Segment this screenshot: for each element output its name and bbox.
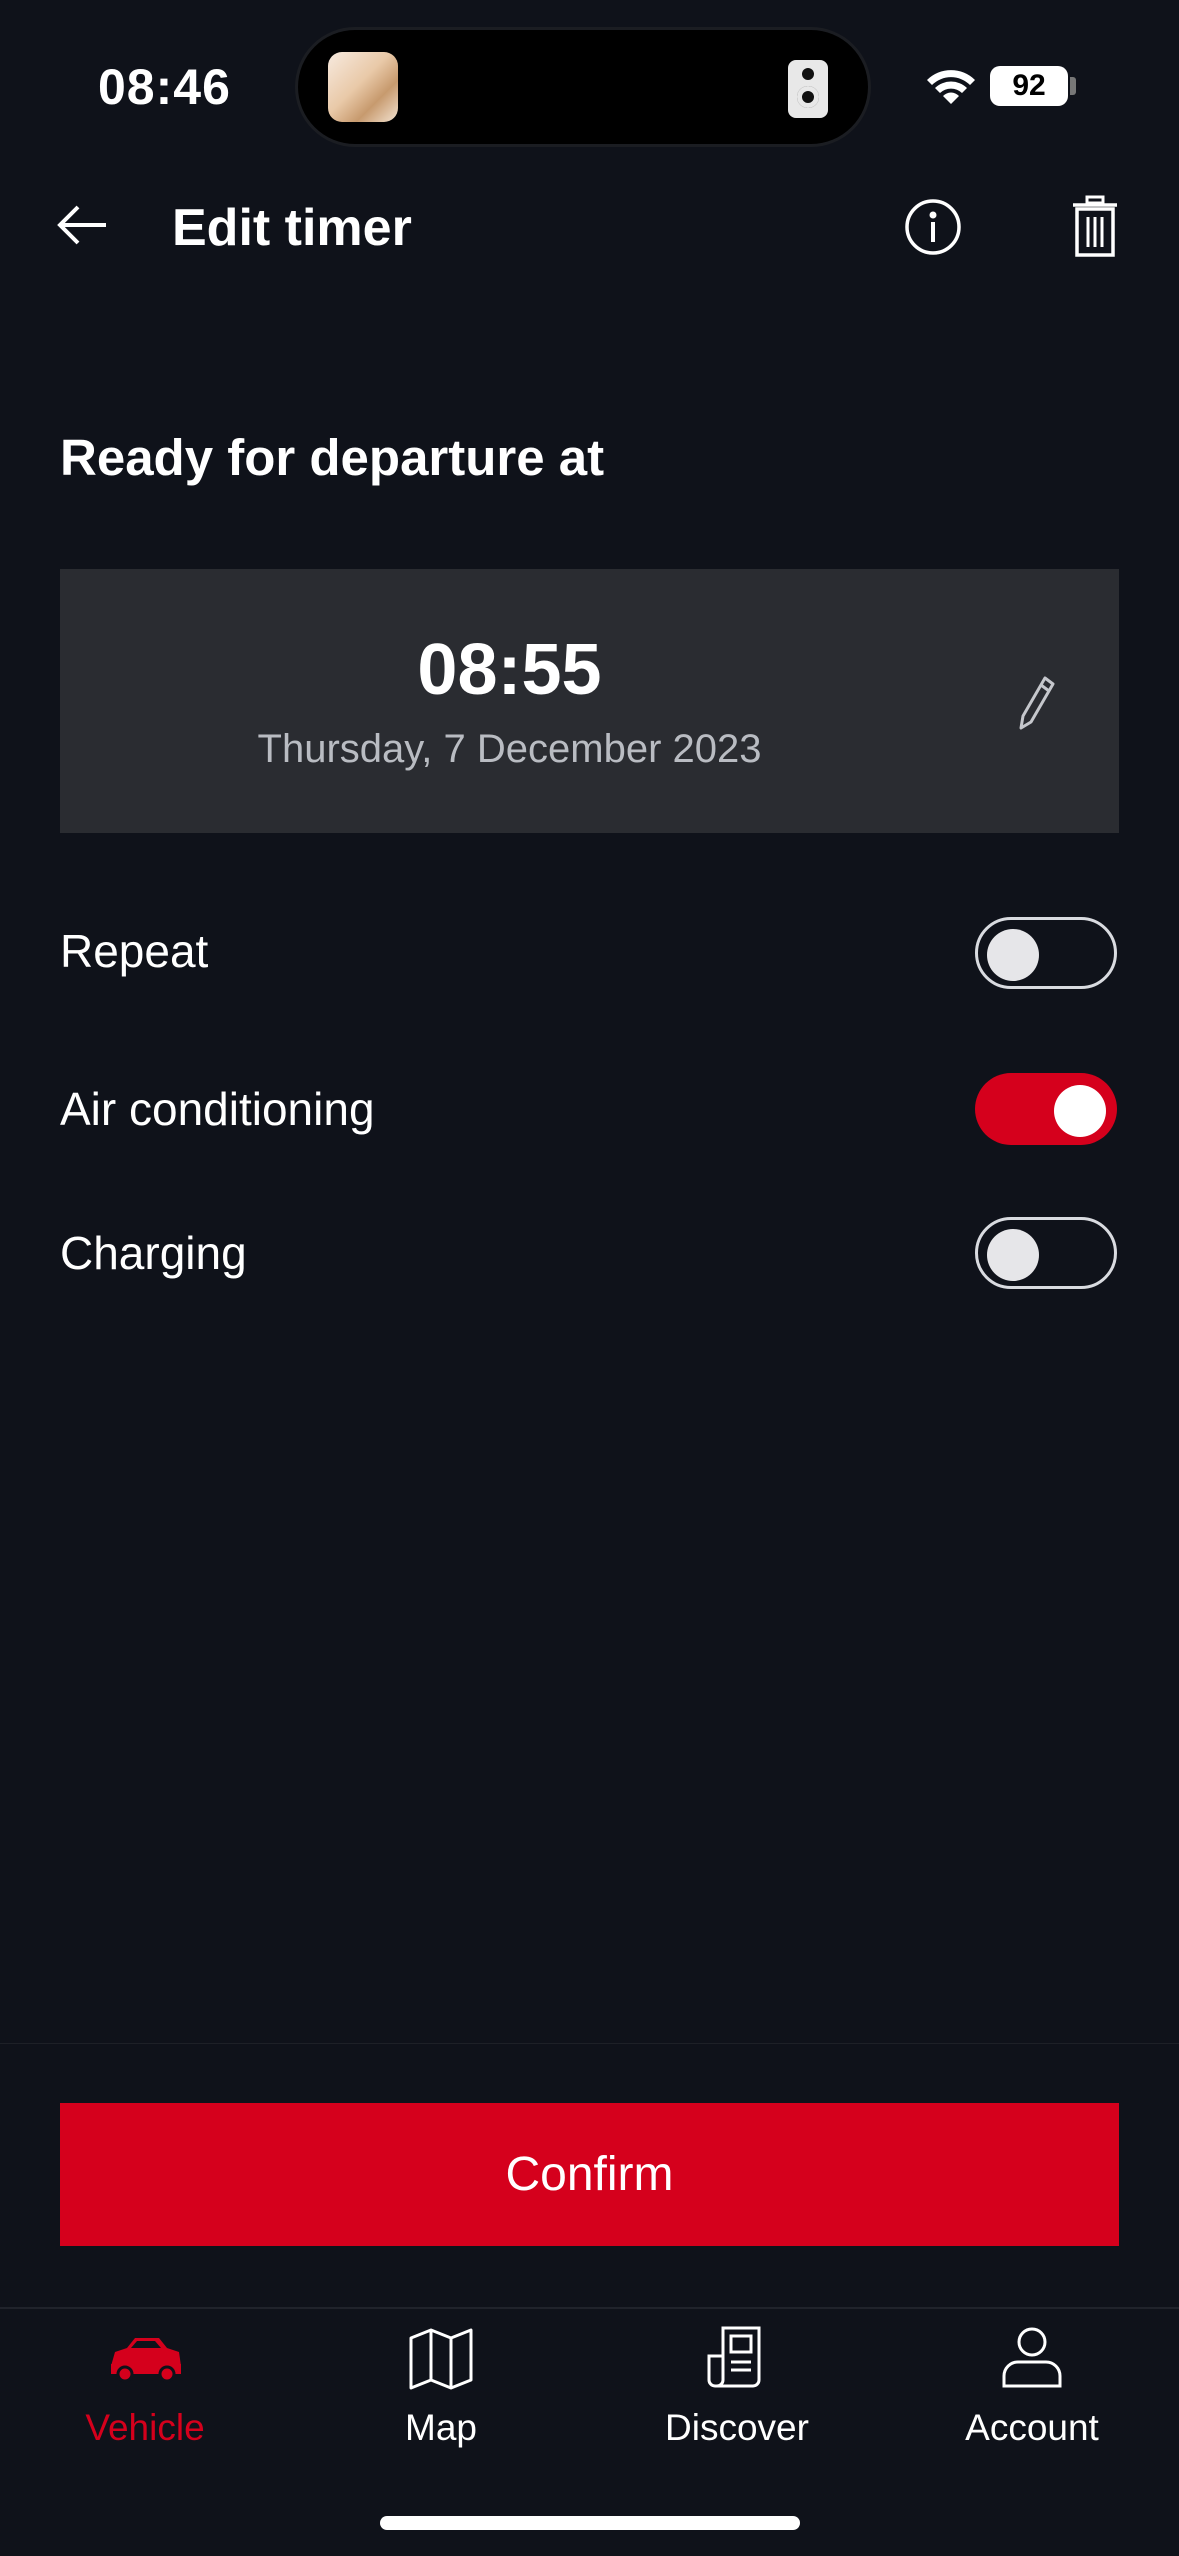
confirm-button[interactable]: Confirm	[60, 2103, 1119, 2246]
departure-date: Thursday, 7 December 2023	[257, 727, 762, 771]
home-indicator[interactable]	[380, 2516, 800, 2530]
speaker-icon	[788, 60, 828, 118]
charging-toggle[interactable]	[975, 1217, 1117, 1289]
nav-map[interactable]: Map	[326, 2320, 556, 2470]
section-title: Ready for departure at	[60, 429, 605, 486]
toggle-knob	[987, 1229, 1039, 1281]
album-art	[328, 52, 398, 122]
toggle-knob	[987, 929, 1039, 981]
back-arrow-icon[interactable]	[50, 195, 120, 255]
wifi-icon	[927, 70, 975, 104]
departure-time: 08:55	[417, 630, 602, 710]
user-icon	[1002, 2327, 1062, 2388]
repeat-toggle[interactable]	[975, 917, 1117, 989]
trash-icon[interactable]	[1070, 195, 1120, 259]
nav-label-account: Account	[965, 2407, 1099, 2448]
nav-divider	[0, 2307, 1179, 2309]
info-icon[interactable]	[903, 197, 963, 257]
repeat-label: Repeat	[60, 925, 209, 977]
toggle-knob	[1054, 1085, 1106, 1137]
status-time: 08:46	[98, 59, 231, 115]
map-icon	[409, 2328, 473, 2390]
dynamic-island	[298, 30, 868, 144]
car-icon	[111, 2338, 181, 2383]
nav-label-discover: Discover	[665, 2407, 809, 2448]
air-conditioning-toggle[interactable]	[975, 1073, 1117, 1145]
page-title: Edit timer	[172, 199, 412, 257]
news-icon	[707, 2326, 761, 2388]
air-conditioning-label: Air conditioning	[60, 1083, 375, 1135]
nav-discover[interactable]: Discover	[622, 2320, 852, 2470]
battery-cap	[1070, 77, 1076, 95]
nav-label-map: Map	[405, 2407, 477, 2448]
nav-vehicle[interactable]: Vehicle	[30, 2320, 260, 2470]
battery-indicator: 92	[990, 66, 1068, 106]
pencil-icon[interactable]	[1015, 672, 1059, 732]
departure-time-card[interactable]: 08:55 Thursday, 7 December 2023	[60, 569, 1119, 833]
charging-label: Charging	[60, 1227, 247, 1279]
nav-account[interactable]: Account	[917, 2320, 1147, 2470]
nav-label-vehicle: Vehicle	[85, 2407, 205, 2448]
